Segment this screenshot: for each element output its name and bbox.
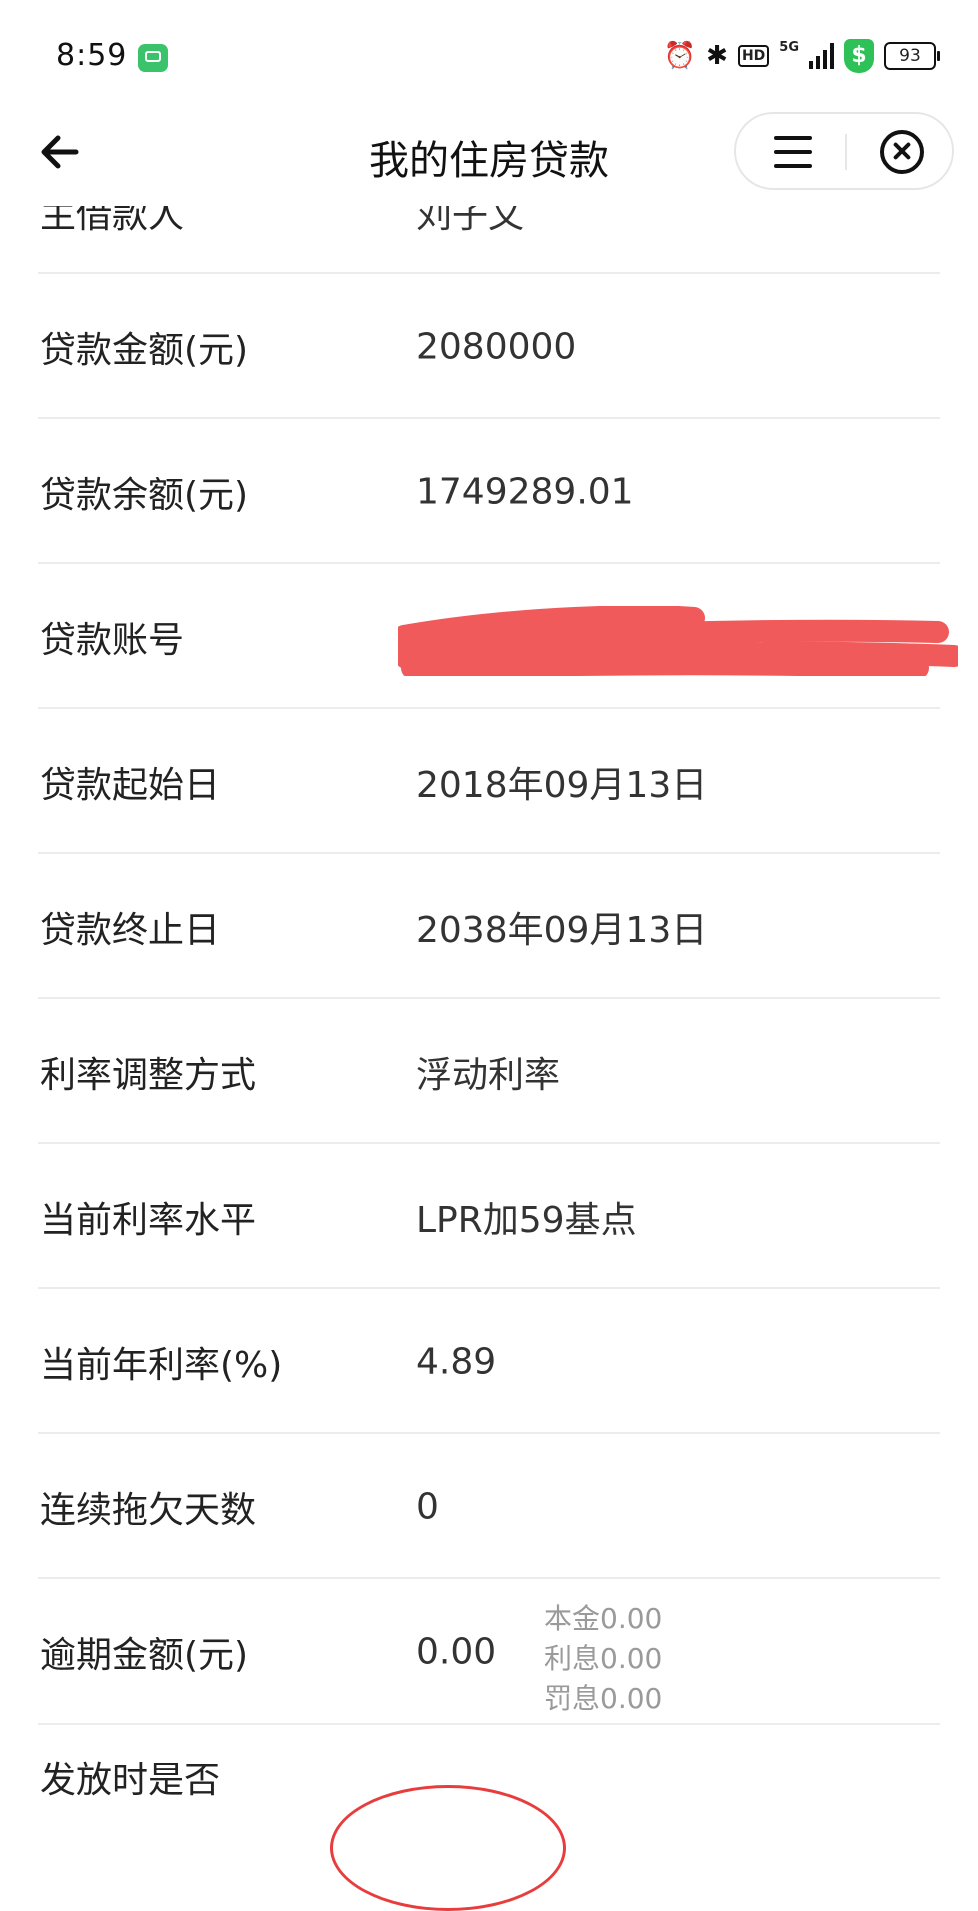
row-label: 贷款起始日 xyxy=(40,764,221,806)
list-item-end-date: 贷款终止日 2038年09月13日 xyxy=(0,854,978,999)
list-item-annual-rate: 当前年利率(%) 4.89 xyxy=(0,1289,978,1434)
row-label: 贷款金额(元) xyxy=(40,329,249,371)
shield-icon: $ xyxy=(844,39,874,73)
row-value: 0 xyxy=(416,1486,439,1527)
message-app-icon xyxy=(138,44,168,72)
overdue-penalty: 罚息0.00 xyxy=(544,1682,663,1715)
row-label: 当前利率水平 xyxy=(40,1199,257,1241)
row-label: 贷款余额(元) xyxy=(40,474,249,516)
menu-icon[interactable] xyxy=(774,134,814,170)
list-item-overdue-days: 连续拖欠天数 0 xyxy=(0,1434,978,1579)
row-label: 发放时是否 xyxy=(40,1760,221,1801)
list-item-loan-amount: 贷款金额(元) 2080000 xyxy=(0,274,978,419)
row-value: 2038年09月13日 xyxy=(416,909,708,951)
row-value: 2018年09月13日 xyxy=(416,764,708,806)
network-label: 5G xyxy=(779,40,799,55)
battery-icon: 93 xyxy=(884,42,940,70)
row-value: 4.89 xyxy=(416,1341,497,1382)
overdue-principal: 本金0.00 xyxy=(544,1602,663,1635)
row-label: 贷款账号 xyxy=(40,619,185,661)
list-item-loan-account: 贷款账号 xyxy=(0,564,978,709)
close-icon[interactable] xyxy=(880,130,924,174)
list-item-issued-flag: 发放时是否 xyxy=(0,1725,978,1911)
row-label: 当前年利率(%) xyxy=(40,1344,283,1386)
nav-bar: 我的住房贷款 xyxy=(0,100,978,206)
alarm-icon: ⏰ xyxy=(663,41,697,71)
row-label: 利率调整方式 xyxy=(40,1054,257,1096)
row-label: 逾期金额(元) xyxy=(40,1635,249,1676)
row-value: LPR加59基点 xyxy=(416,1199,637,1241)
capsule-divider xyxy=(845,134,847,170)
mini-program-capsule xyxy=(734,112,954,190)
list-item-overdue-amount: 逾期金额(元) 0.00 本金0.00 利息0.00 罚息0.00 xyxy=(0,1579,978,1725)
list-item-loan-balance: 贷款余额(元) 1749289.01 xyxy=(0,419,978,564)
overdue-breakdown: 本金0.00 利息0.00 罚息0.00 xyxy=(544,1599,662,1719)
redaction-scribble xyxy=(398,606,958,676)
row-value: 2080000 xyxy=(416,326,577,367)
signal-icon xyxy=(809,43,834,69)
status-time: 8:59 xyxy=(56,38,128,73)
list-item-rate-adjust-method: 利率调整方式 浮动利率 xyxy=(0,999,978,1144)
row-label: 贷款终止日 xyxy=(40,909,221,951)
hd-badge: HD xyxy=(737,45,770,67)
status-bar: 8:59 ⏰ ✱ HD 5G $ 93 xyxy=(0,0,978,100)
row-label: 连续拖欠天数 xyxy=(40,1489,257,1531)
status-icons: ⏰ ✱ HD 5G $ 93 xyxy=(663,36,940,76)
loan-detail-list: 主借款人 刘子文 贷款金额(元) 2080000 贷款余额(元) 1749289… xyxy=(0,144,978,1911)
overdue-interest: 利息0.00 xyxy=(544,1642,663,1675)
row-value: 浮动利率 xyxy=(416,1054,561,1096)
annotation-circle xyxy=(330,1785,566,1911)
bluetooth-icon: ✱ xyxy=(706,41,728,71)
list-item-start-date: 贷款起始日 2018年09月13日 xyxy=(0,709,978,854)
row-value: 1749289.01 xyxy=(416,471,634,512)
list-item-current-rate-level: 当前利率水平 LPR加59基点 xyxy=(0,1144,978,1289)
row-value: 0.00 xyxy=(416,1631,497,1673)
